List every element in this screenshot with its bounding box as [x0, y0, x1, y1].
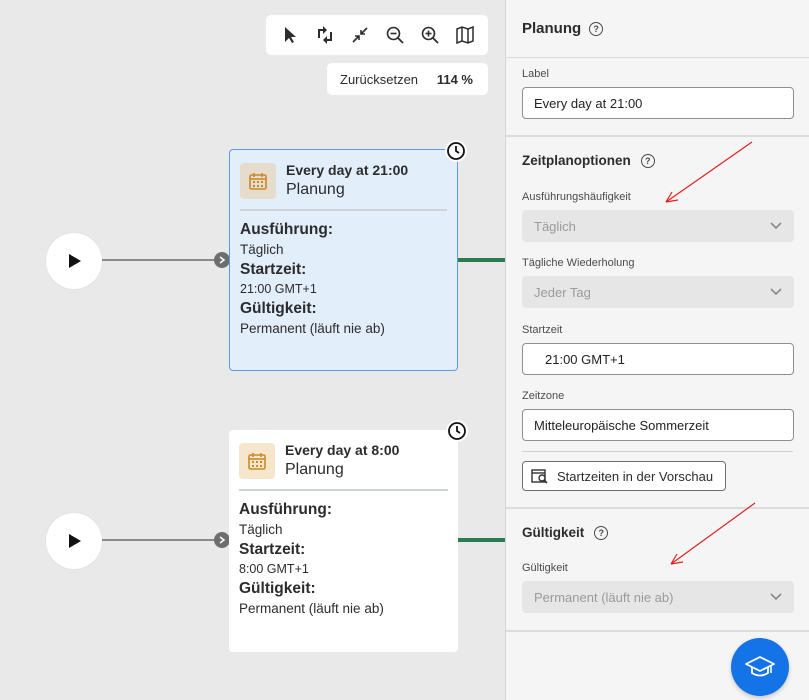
- validity-select: Permanent (läuft nie ab): [522, 581, 794, 613]
- validity-field-label: Gültigkeit: [522, 562, 568, 574]
- reset-zoom-button[interactable]: Zurücksetzen: [340, 72, 418, 87]
- play-icon: [69, 254, 81, 268]
- schedule-options-title: Zeitplanoptionen: [522, 153, 631, 168]
- schedule-node[interactable]: Every day at 8:00 Planung Ausführung: Tä…: [229, 420, 468, 652]
- preview-start-times-button[interactable]: Startzeiten in der Vorschau: [522, 461, 727, 491]
- start-time-key: Startzeit:: [239, 541, 306, 558]
- node-type: Planung: [285, 461, 344, 478]
- validity-value: Permanent (läuft nie ab): [239, 601, 384, 616]
- connector-line: [102, 259, 220, 261]
- chevron-down-icon: [770, 222, 782, 230]
- panel-title: Planung: [522, 20, 582, 37]
- start-time-input[interactable]: 21:00 GMT+1: [522, 343, 794, 375]
- start-time-value: 21:00 GMT+1: [240, 282, 317, 296]
- node-type: Planung: [286, 181, 345, 198]
- start-time-label: Startzeit: [522, 324, 563, 336]
- schedule-node-selected[interactable]: Every day at 21:00 Planung Ausführung: T…: [229, 140, 467, 371]
- chevron-right-icon[interactable]: [214, 252, 230, 268]
- execution-key: Ausführung:: [240, 221, 333, 238]
- auto-layout-icon[interactable]: [311, 21, 339, 49]
- outgoing-transition: [457, 258, 505, 262]
- validity-key: Gültigkeit:: [240, 300, 317, 317]
- help-icon[interactable]: ?: [589, 21, 604, 36]
- start-time-key: Startzeit:: [240, 261, 307, 278]
- collapse-icon[interactable]: [346, 21, 374, 49]
- zoom-bar: Zurücksetzen 114 %: [327, 63, 488, 95]
- preview-row: Startzeiten in der Vorschau: [522, 451, 793, 507]
- validity-key: Gültigkeit:: [239, 580, 316, 597]
- chevron-down-icon: [770, 593, 782, 601]
- connector-line: [102, 539, 220, 541]
- label-field-label: Label: [522, 68, 549, 80]
- select-pointer-icon[interactable]: [276, 21, 304, 49]
- label-input[interactable]: Every day at 21:00: [522, 87, 794, 119]
- preview-button-label: Startzeiten in der Vorschau: [557, 468, 714, 484]
- properties-panel: Planung ? Label Every day at 21:00 Zeitp…: [505, 0, 809, 700]
- schedule-options-section: Zeitplanoptionen ? Ausführungshäufigkeit…: [506, 137, 809, 509]
- frequency-value: Täglich: [534, 218, 576, 234]
- start-play-button[interactable]: [46, 233, 102, 289]
- help-icon[interactable]: ?: [594, 525, 609, 540]
- label-section: Label Every day at 21:00: [506, 58, 809, 137]
- clock-icon: [445, 140, 467, 162]
- map-icon[interactable]: [451, 21, 479, 49]
- workflow-canvas[interactable]: Zurücksetzen 114 % Every day at 21:00 Pl…: [0, 0, 505, 700]
- validity-section: Gültigkeit ? Gültigkeit Permanent (läuft…: [506, 509, 809, 632]
- node-title: Every day at 8:00: [285, 442, 400, 458]
- preview-calendar-icon: [531, 469, 548, 484]
- frequency-label: Ausführungshäufigkeit: [522, 191, 631, 203]
- chevron-right-icon[interactable]: [214, 532, 230, 548]
- start-time-value: 8:00 GMT+1: [239, 562, 309, 576]
- canvas-toolbar: [266, 15, 488, 55]
- section-title: Gültigkeit ?: [522, 525, 793, 540]
- chevron-down-icon: [770, 288, 782, 296]
- panel-header: Planung ?: [506, 0, 809, 58]
- calendar-icon: [240, 162, 276, 199]
- daily-repeat-value: Jeder Tag: [534, 284, 591, 300]
- section-title: Zeitplanoptionen ?: [522, 153, 793, 168]
- execution-value: Täglich: [240, 242, 284, 257]
- daily-repeat-select: Jeder Tag: [522, 276, 794, 308]
- frequency-select: Täglich: [522, 210, 794, 242]
- zoom-out-icon[interactable]: [381, 21, 409, 49]
- timezone-input[interactable]: Mitteleuropäische Sommerzeit: [522, 409, 794, 441]
- node-title: Every day at 21:00: [286, 162, 409, 178]
- execution-key: Ausführung:: [239, 501, 332, 518]
- clock-icon: [446, 420, 468, 442]
- execution-value: Täglich: [239, 522, 283, 537]
- outgoing-transition: [457, 538, 505, 542]
- zoom-level: 114 %: [436, 71, 473, 87]
- graduation-cap-icon: [745, 656, 775, 677]
- validity-value: Permanent (läuft nie ab): [240, 321, 385, 336]
- start-play-button[interactable]: [46, 513, 102, 569]
- timezone-label: Zeitzone: [522, 390, 565, 402]
- validity-select-value: Permanent (läuft nie ab): [534, 589, 674, 605]
- calendar-icon: [239, 442, 275, 479]
- daily-repeat-label: Tägliche Wiederholung: [522, 257, 635, 269]
- play-icon: [69, 534, 81, 548]
- zoom-in-icon[interactable]: [416, 21, 444, 49]
- help-icon[interactable]: ?: [640, 153, 655, 168]
- validity-title: Gültigkeit: [522, 525, 585, 540]
- learn-button[interactable]: [731, 638, 789, 696]
